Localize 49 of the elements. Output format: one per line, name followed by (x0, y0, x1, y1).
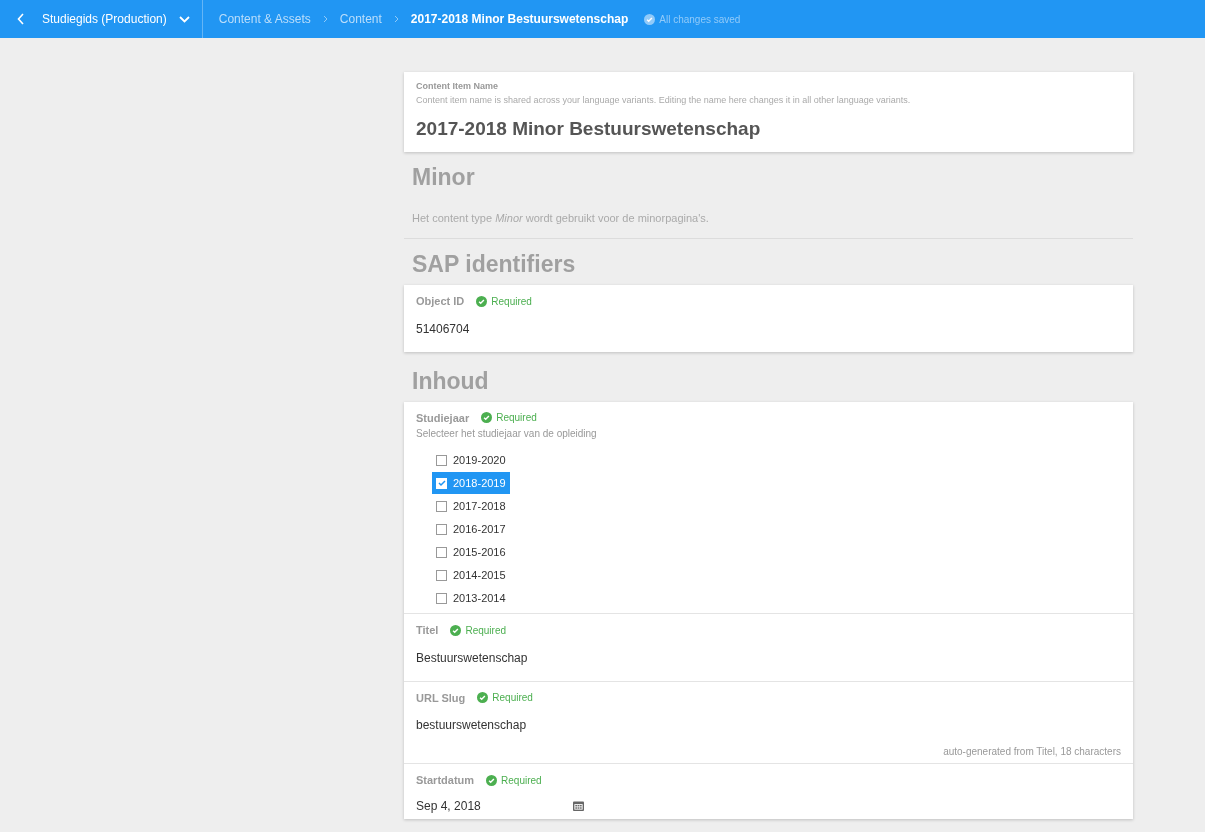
chevron-right-icon (393, 15, 399, 23)
date-field[interactable]: Sep 4, 2018 (416, 796, 481, 815)
field-label: Startdatum (416, 773, 475, 788)
field-label: Content Item Name (416, 80, 499, 93)
save-status: All changes saved (659, 12, 741, 27)
required-label: Required (465, 623, 506, 638)
chevron-right-icon (322, 15, 328, 23)
checkbox-option[interactable]: 2014-2015 (432, 564, 510, 586)
checkbox-icon (436, 592, 447, 604)
required-label: Required (491, 294, 532, 309)
section-heading: Inhoud (411, 366, 490, 396)
check-circle-icon (644, 13, 656, 25)
field-value[interactable]: Bestuurswetenschap (416, 646, 1121, 669)
calendar-icon[interactable] (572, 800, 584, 811)
field-hint: Selecteer het studiejaar van de opleiding (416, 427, 598, 441)
checkbox-icon (436, 546, 447, 558)
check-circle-icon (481, 412, 493, 424)
required-label: Required (496, 411, 537, 426)
section-heading: SAP identifiers (411, 250, 577, 279)
checkbox-icon (436, 523, 447, 535)
field-value[interactable]: 51406704 (416, 317, 1121, 340)
field-label: Studiejaar (416, 410, 470, 426)
field-value[interactable]: bestuurswetenschap (416, 714, 1121, 736)
check-circle-icon (486, 774, 498, 786)
check-circle-icon (477, 692, 489, 704)
required-label: Required (492, 691, 533, 706)
checkbox-option[interactable]: 2016-2017 (432, 518, 510, 540)
chevron-left-icon (17, 13, 25, 25)
checkbox-icon (436, 477, 447, 489)
checkbox-option[interactable]: 2015-2016 (432, 541, 510, 563)
field-label: URL Slug (416, 690, 466, 706)
checkbox-option[interactable]: 2017-2018 (432, 495, 510, 517)
checkbox-icon (436, 569, 447, 581)
checkbox-icon (436, 500, 447, 512)
field-note: auto-generated from Titel, 18 characters (943, 745, 1121, 759)
item-name-value[interactable]: 2017-2018 Minor Bestuurswetenschap (416, 115, 1121, 144)
field-help: Content item name is shared across your language variants. Editing the name here changes it in all other language variants. (416, 93, 912, 107)
checkbox-option[interactable]: 2019-2020 (432, 449, 510, 471)
field-label: Object ID (416, 294, 465, 309)
type-description: Het content type Minor wordt gebruikt voor de minorpagina's. (404, 197, 1133, 239)
checkbox-option[interactable]: 2013-2014 (432, 587, 510, 609)
checkbox-icon (436, 454, 447, 466)
current-item-title: 2017-2018 Minor Bestuurswetenschap (410, 11, 629, 28)
check-circle-icon (476, 295, 488, 307)
field-label: Titel (416, 623, 439, 638)
check-circle-icon (450, 624, 462, 636)
section-heading: Minor (411, 162, 476, 192)
required-label: Required (501, 773, 542, 788)
chevron-down-icon (178, 15, 190, 23)
